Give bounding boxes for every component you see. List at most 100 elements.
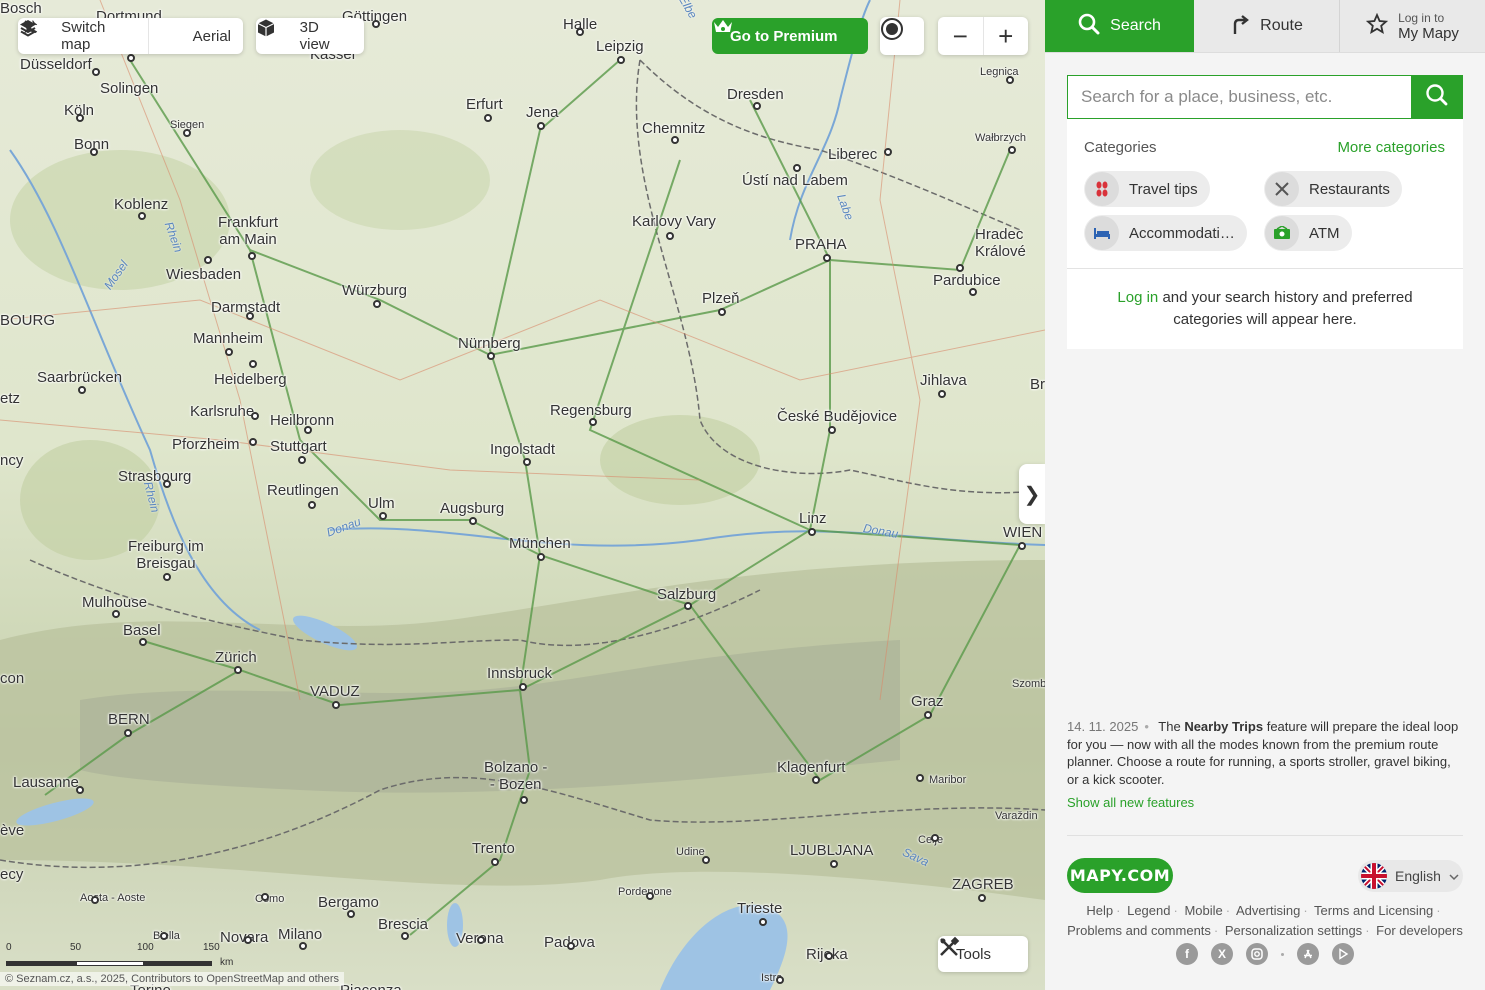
city-label[interactable]: Augsburg: [440, 500, 504, 517]
city-label[interactable]: Frankfurt am Main: [218, 214, 278, 248]
more-categories-link[interactable]: More categories: [1337, 139, 1445, 156]
city-label[interactable]: München: [509, 535, 571, 552]
city-label[interactable]: Karlovy Vary: [632, 213, 716, 230]
city-label[interactable]: Leipzig: [596, 38, 644, 55]
show-new-features-link[interactable]: Show all new features: [1067, 795, 1194, 810]
city-label[interactable]: Udine: [676, 844, 705, 861]
mapy-logo[interactable]: MAPY.COM: [1067, 858, 1173, 893]
search-input[interactable]: [1067, 75, 1411, 119]
city-label[interactable]: Heilbronn: [270, 412, 334, 429]
city-label[interactable]: BERN: [108, 711, 150, 728]
tools-button[interactable]: Tools: [938, 936, 1028, 972]
google-play-icon[interactable]: [1332, 943, 1354, 965]
city-label[interactable]: Stuttgart: [270, 438, 327, 455]
city-label[interactable]: BOURG: [0, 312, 55, 329]
city-label[interactable]: Koblenz: [114, 196, 168, 213]
city-label[interactable]: con: [0, 670, 24, 687]
city-label[interactable]: Bolzano -- Bozen: [484, 759, 547, 793]
city-label[interactable]: Ústí nad Labem: [742, 172, 848, 189]
app-store-icon[interactable]: [1297, 943, 1319, 965]
city-label[interactable]: Wałbrzych: [975, 130, 1026, 147]
search-submit-button[interactable]: [1411, 75, 1463, 119]
footer-link-mobile[interactable]: Mobile: [1184, 903, 1222, 918]
language-selector[interactable]: English: [1358, 860, 1463, 892]
city-label[interactable]: Como: [255, 891, 284, 908]
city-label[interactable]: Mulhouse: [82, 594, 147, 611]
instagram-icon[interactable]: [1246, 943, 1268, 965]
city-label[interactable]: Bosch: [0, 0, 42, 17]
city-label[interactable]: Liberec: [828, 146, 877, 163]
city-label[interactable]: PRAHA: [795, 236, 847, 253]
city-label[interactable]: Saarbrücken: [37, 369, 122, 386]
tab-search[interactable]: Search: [1045, 0, 1194, 52]
category-restaurants[interactable]: Restaurants: [1264, 171, 1402, 207]
city-label[interactable]: ncy: [0, 452, 23, 469]
tab-my-mapy[interactable]: Log in to My Mapy: [1340, 0, 1485, 52]
city-label[interactable]: Lausanne: [13, 774, 79, 791]
city-label[interactable]: Plzeň: [702, 290, 740, 307]
city-label[interactable]: Mannheim: [193, 330, 263, 347]
city-label[interactable]: České Budějovice: [777, 408, 897, 425]
city-label[interactable]: Varaždin: [995, 808, 1038, 825]
category-travel-tips[interactable]: Travel tips: [1084, 171, 1210, 207]
city-label[interactable]: VADUZ: [310, 683, 360, 700]
city-label[interactable]: Salzburg: [657, 586, 716, 603]
city-label[interactable]: Regensburg: [550, 402, 632, 419]
premium-button[interactable]: Go to Premium: [712, 18, 868, 54]
city-label[interactable]: Wiesbaden: [166, 266, 241, 283]
city-label[interactable]: Jena: [526, 104, 559, 121]
city-label[interactable]: Düsseldorf: [20, 56, 92, 73]
map-canvas[interactable]: Göttingen Halle Leipzig Düsseldorf Solingen K…: [0, 0, 1045, 990]
city-label[interactable]: Jihlava: [920, 372, 967, 389]
city-label[interactable]: Maribor: [929, 772, 966, 789]
city-label[interactable]: Dresden: [727, 86, 784, 103]
collapse-panel-button[interactable]: ❯: [1019, 464, 1045, 524]
login-link[interactable]: Log in: [1117, 289, 1158, 306]
city-label[interactable]: Basel: [123, 622, 161, 639]
city-label[interactable]: Karlsruhe: [190, 403, 254, 420]
city-label[interactable]: Piacenza: [340, 982, 402, 990]
city-label[interactable]: Ulm: [368, 495, 395, 512]
city-label[interactable]: Graz: [911, 693, 944, 710]
footer-link-personalization[interactable]: Personalization settings: [1225, 923, 1362, 938]
city-label[interactable]: Milano: [278, 926, 322, 943]
city-label[interactable]: ève: [0, 822, 24, 839]
locate-me-button[interactable]: [880, 17, 924, 55]
city-label[interactable]: Linz: [799, 510, 827, 527]
city-label[interactable]: Hradec Králové: [975, 226, 1026, 260]
city-label[interactable]: Pordenone: [618, 884, 672, 901]
zoom-in-button[interactable]: +: [984, 17, 1029, 55]
city-label[interactable]: Freiburg im Breisgau: [128, 538, 204, 572]
osm-link[interactable]: OpenStreetMap: [206, 973, 284, 985]
aerial-button[interactable]: Aerial: [23, 18, 243, 54]
city-label[interactable]: LJUBLJANA: [790, 842, 873, 859]
city-label[interactable]: WIEN: [1003, 524, 1042, 541]
view3d-button[interactable]: 3D view: [256, 18, 364, 54]
city-label[interactable]: Szomb: [1012, 676, 1045, 693]
city-label[interactable]: Innsbruck: [487, 665, 552, 682]
city-label[interactable]: Celje: [918, 832, 943, 849]
footer-link-terms[interactable]: Terms and Licensing: [1314, 903, 1433, 918]
footer-link-advertising[interactable]: Advertising: [1236, 903, 1300, 918]
footer-link-legend[interactable]: Legend: [1127, 903, 1170, 918]
city-label[interactable]: Zürich: [215, 649, 257, 666]
others-link[interactable]: others: [308, 973, 339, 985]
x-icon[interactable]: X: [1211, 943, 1233, 965]
facebook-icon[interactable]: f: [1176, 943, 1198, 965]
footer-link-developers[interactable]: For developers: [1376, 923, 1463, 938]
city-label[interactable]: Chemnitz: [642, 120, 705, 137]
city-label[interactable]: Pardubice: [933, 272, 1001, 289]
city-label[interactable]: Klagenfurt: [777, 759, 845, 776]
zoom-out-button[interactable]: −: [938, 17, 984, 55]
city-label[interactable]: Erfurt: [466, 96, 503, 113]
footer-link-help[interactable]: Help: [1086, 903, 1113, 918]
city-label[interactable]: Brno: [1030, 376, 1045, 393]
category-accommodation[interactable]: Accommodati…: [1084, 215, 1247, 251]
city-label[interactable]: Aosta - Aoste: [80, 890, 145, 907]
city-label[interactable]: Nürnberg: [458, 335, 521, 352]
city-label[interactable]: Trento: [472, 840, 515, 857]
city-label[interactable]: Bergamo: [318, 894, 379, 911]
city-label[interactable]: Ingolstadt: [490, 441, 555, 458]
city-label[interactable]: Pforzheim: [172, 436, 240, 453]
city-label[interactable]: Brescia: [378, 916, 428, 933]
